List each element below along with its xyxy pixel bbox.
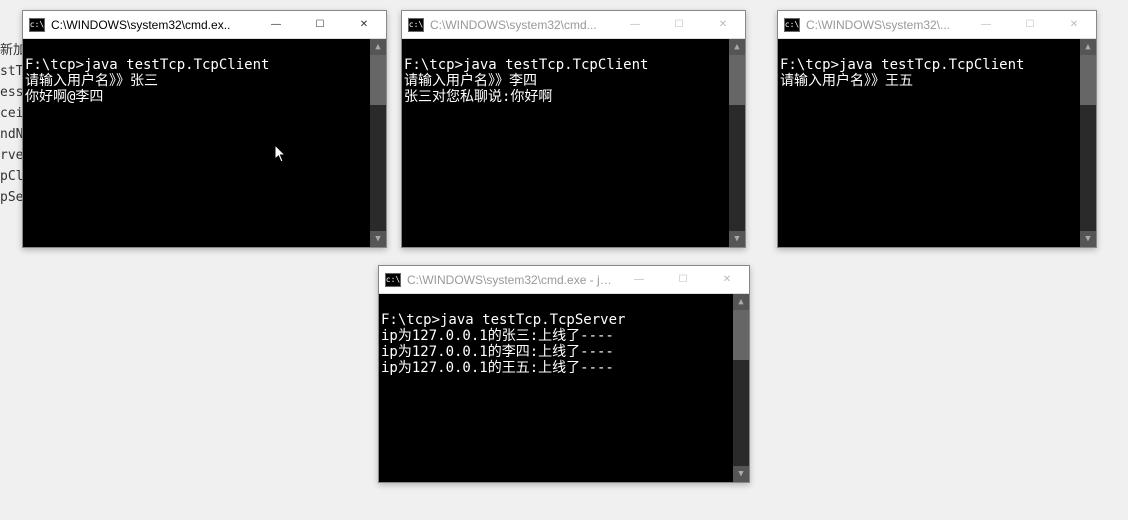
- console-body: F:\tcp>java testTcp.TcpClient 请输入用户名》》李四…: [402, 39, 745, 247]
- cmd-icon: c:\: [29, 18, 45, 32]
- console-line: ip为127.0.0.1的王五:上线了----: [381, 360, 614, 376]
- window-title: C:\WINDOWS\system32\cmd...: [430, 18, 613, 32]
- scroll-thumb[interactable]: [1080, 55, 1096, 105]
- scroll-thumb[interactable]: [729, 55, 745, 105]
- scroll-down-icon[interactable]: ▼: [370, 231, 386, 247]
- console-output[interactable]: F:\tcp>java testTcp.TcpClient 请输入用户名》》张三…: [23, 39, 370, 247]
- minimize-button[interactable]: —: [617, 266, 661, 293]
- maximize-button[interactable]: ☐: [657, 11, 701, 38]
- cmd-icon: c:\: [408, 18, 424, 32]
- scroll-up-icon[interactable]: ▲: [370, 39, 386, 55]
- titlebar[interactable]: c:\ C:\WINDOWS\system32\... — ☐ ✕: [778, 11, 1096, 39]
- scroll-down-icon[interactable]: ▼: [1080, 231, 1096, 247]
- window-controls: — ☐ ✕: [613, 11, 745, 38]
- minimize-button[interactable]: —: [613, 11, 657, 38]
- close-button[interactable]: ✕: [705, 266, 749, 293]
- window-controls: — ☐ ✕: [617, 266, 749, 293]
- window-title: C:\WINDOWS\system32\cmd.ex..: [51, 18, 254, 32]
- console-output[interactable]: F:\tcp>java testTcp.TcpClient 请输入用户名》》王五: [778, 39, 1080, 247]
- minimize-button[interactable]: —: [254, 11, 298, 38]
- scroll-track[interactable]: [370, 55, 386, 231]
- scroll-down-icon[interactable]: ▼: [733, 466, 749, 482]
- maximize-button[interactable]: ☐: [1008, 11, 1052, 38]
- vertical-scrollbar[interactable]: ▲ ▼: [733, 294, 749, 482]
- scroll-track[interactable]: [1080, 55, 1096, 231]
- vertical-scrollbar[interactable]: ▲ ▼: [1080, 39, 1096, 247]
- console-body: F:\tcp>java testTcp.TcpClient 请输入用户名》》张三…: [23, 39, 386, 247]
- window-title: C:\WINDOWS\system32\...: [806, 18, 964, 32]
- cmd-window-client-1[interactable]: c:\ C:\WINDOWS\system32\cmd.ex.. — ☐ ✕ F…: [22, 10, 387, 248]
- console-line: 你好啊@李四: [25, 89, 103, 105]
- scroll-thumb[interactable]: [733, 310, 749, 360]
- close-button[interactable]: ✕: [701, 11, 745, 38]
- window-title: C:\WINDOWS\system32\cmd.exe - java testT…: [407, 273, 617, 287]
- console-output[interactable]: F:\tcp>java testTcp.TcpServer ip为127.0.0…: [379, 294, 733, 482]
- vertical-scrollbar[interactable]: ▲ ▼: [729, 39, 745, 247]
- window-controls: — ☐ ✕: [254, 11, 386, 38]
- scroll-track[interactable]: [733, 310, 749, 466]
- console-body: F:\tcp>java testTcp.TcpServer ip为127.0.0…: [379, 294, 749, 482]
- console-line: F:\tcp>java testTcp.TcpClient: [404, 57, 648, 73]
- scroll-up-icon[interactable]: ▲: [1080, 39, 1096, 55]
- scroll-up-icon[interactable]: ▲: [729, 39, 745, 55]
- console-body: F:\tcp>java testTcp.TcpClient 请输入用户名》》王五…: [778, 39, 1096, 247]
- vertical-scrollbar[interactable]: ▲ ▼: [370, 39, 386, 247]
- console-line: ip为127.0.0.1的李四:上线了----: [381, 344, 614, 360]
- cmd-icon: c:\: [784, 18, 800, 32]
- minimize-button[interactable]: —: [964, 11, 1008, 38]
- console-line: F:\tcp>java testTcp.TcpServer: [381, 312, 625, 328]
- cmd-window-client-2[interactable]: c:\ C:\WINDOWS\system32\cmd... — ☐ ✕ F:\…: [401, 10, 746, 248]
- console-line: 请输入用户名》》王五: [780, 73, 913, 89]
- console-line: F:\tcp>java testTcp.TcpClient: [780, 57, 1024, 73]
- console-line: 请输入用户名》》李四: [404, 73, 537, 89]
- scroll-down-icon[interactable]: ▼: [729, 231, 745, 247]
- cmd-window-server[interactable]: c:\ C:\WINDOWS\system32\cmd.exe - java t…: [378, 265, 750, 483]
- close-button[interactable]: ✕: [1052, 11, 1096, 38]
- window-controls: — ☐ ✕: [964, 11, 1096, 38]
- close-button[interactable]: ✕: [342, 11, 386, 38]
- console-line: ip为127.0.0.1的张三:上线了----: [381, 328, 614, 344]
- cmd-icon: c:\: [385, 273, 401, 287]
- cmd-window-client-3[interactable]: c:\ C:\WINDOWS\system32\... — ☐ ✕ F:\tcp…: [777, 10, 1097, 248]
- scroll-track[interactable]: [729, 55, 745, 231]
- console-line: F:\tcp>java testTcp.TcpClient: [25, 57, 269, 73]
- titlebar[interactable]: c:\ C:\WINDOWS\system32\cmd.ex.. — ☐ ✕: [23, 11, 386, 39]
- console-line: 张三对您私聊说:你好啊: [404, 89, 552, 105]
- titlebar[interactable]: c:\ C:\WINDOWS\system32\cmd.exe - java t…: [379, 266, 749, 294]
- titlebar[interactable]: c:\ C:\WINDOWS\system32\cmd... — ☐ ✕: [402, 11, 745, 39]
- scroll-thumb[interactable]: [370, 55, 386, 105]
- maximize-button[interactable]: ☐: [298, 11, 342, 38]
- console-line: 请输入用户名》》张三: [25, 73, 158, 89]
- console-output[interactable]: F:\tcp>java testTcp.TcpClient 请输入用户名》》李四…: [402, 39, 729, 247]
- maximize-button[interactable]: ☐: [661, 266, 705, 293]
- scroll-up-icon[interactable]: ▲: [733, 294, 749, 310]
